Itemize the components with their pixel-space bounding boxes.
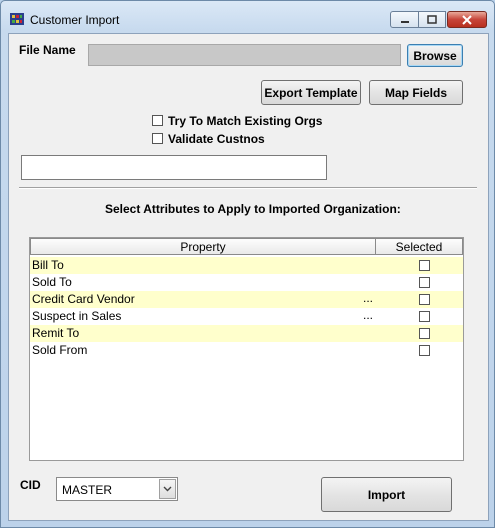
- cid-value: MASTER: [62, 483, 113, 497]
- title-bar[interactable]: Customer Import: [1, 1, 494, 33]
- map-fields-button[interactable]: Map Fields: [369, 80, 463, 105]
- cid-label: CID: [20, 478, 41, 492]
- close-icon: [462, 14, 472, 25]
- customer-import-window: Customer Import File Name Browse Export …: [0, 0, 495, 528]
- status-field[interactable]: [21, 155, 327, 180]
- maximize-icon: [427, 15, 437, 24]
- table-row[interactable]: Remit To: [30, 325, 463, 342]
- attributes-grid: Property Selected Bill To Sold To Credit…: [29, 237, 464, 461]
- minimize-button[interactable]: [390, 11, 419, 28]
- section-title: Select Attributes to Apply to Imported O…: [105, 202, 401, 216]
- table-row[interactable]: Credit Card Vendor ...: [30, 291, 463, 308]
- divider: [19, 187, 477, 189]
- row-property: Remit To: [32, 326, 80, 340]
- match-orgs-label: Try To Match Existing Orgs: [168, 114, 323, 128]
- import-button[interactable]: Import: [321, 477, 452, 512]
- file-name-field[interactable]: [88, 44, 401, 66]
- row-selected-checkbox[interactable]: [419, 277, 430, 288]
- minimize-icon: [400, 20, 409, 23]
- grid-app-icon: [10, 13, 24, 25]
- cid-select[interactable]: MASTER: [56, 477, 178, 501]
- row-property: Suspect in Sales: [32, 309, 122, 323]
- table-row[interactable]: Suspect in Sales ...: [30, 308, 463, 325]
- row-ellipsis[interactable]: ...: [363, 291, 373, 305]
- row-selected-checkbox[interactable]: [419, 328, 430, 339]
- close-button[interactable]: [447, 11, 487, 28]
- row-selected-checkbox[interactable]: [419, 294, 430, 305]
- window-title: Customer Import: [30, 13, 120, 27]
- row-property: Sold From: [32, 343, 88, 357]
- row-selected-checkbox[interactable]: [419, 345, 430, 356]
- dialog-body: File Name Browse Export Template Map Fie…: [8, 33, 489, 521]
- table-row[interactable]: Sold To: [30, 274, 463, 291]
- file-name-label: File Name: [19, 43, 76, 57]
- validate-custnos-checkbox[interactable]: [152, 133, 163, 144]
- chevron-down-icon: [163, 486, 172, 492]
- maximize-button[interactable]: [419, 11, 446, 28]
- table-row[interactable]: Bill To: [30, 257, 463, 274]
- validate-custnos-label: Validate Custnos: [168, 132, 265, 146]
- table-row[interactable]: Sold From: [30, 342, 463, 359]
- row-property: Bill To: [32, 258, 64, 272]
- row-selected-checkbox[interactable]: [419, 260, 430, 271]
- browse-button[interactable]: Browse: [407, 44, 463, 67]
- match-orgs-checkbox[interactable]: [152, 115, 163, 126]
- row-property: Credit Card Vendor: [32, 292, 135, 306]
- column-header-selected[interactable]: Selected: [375, 238, 463, 255]
- cid-dropdown-button[interactable]: [159, 479, 176, 499]
- row-ellipsis[interactable]: ...: [363, 308, 373, 322]
- export-template-button[interactable]: Export Template: [261, 80, 361, 105]
- column-header-property[interactable]: Property: [30, 238, 376, 255]
- row-property: Sold To: [32, 275, 72, 289]
- row-selected-checkbox[interactable]: [419, 311, 430, 322]
